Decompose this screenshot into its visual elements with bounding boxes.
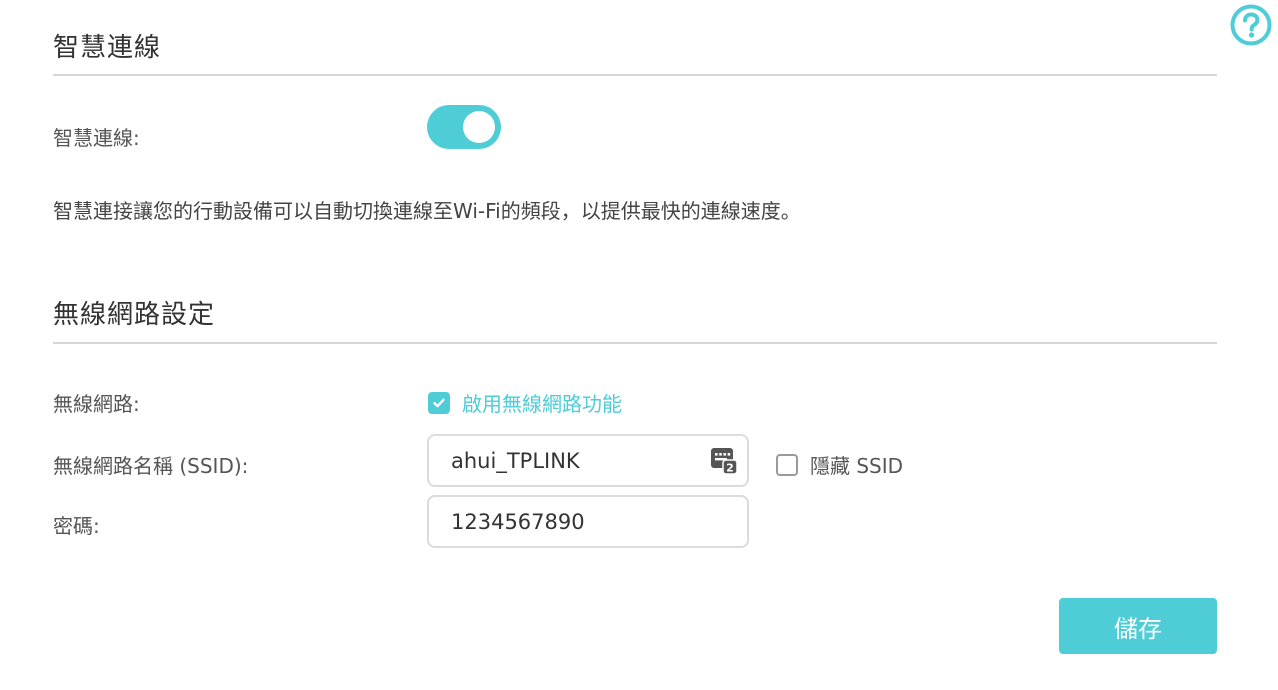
toggle-knob (463, 111, 495, 143)
wireless-settings-section-title: 無線網路設定 (53, 300, 216, 330)
hide-ssid-checkbox[interactable]: 隱藏 SSID (776, 450, 903, 479)
enable-wireless-checkbox[interactable]: 啟用無線網路功能 (428, 388, 622, 417)
wireless-network-label: 無線網路: (53, 392, 140, 416)
enable-wireless-checkbox-box[interactable] (428, 391, 450, 414)
smart-connect-description: 智慧連接讓您的行動設備可以自動切換連線至Wi-Fi的頻段，以提供最快的連線速度。 (53, 199, 801, 223)
hide-ssid-label[interactable]: 隱藏 SSID (810, 450, 903, 479)
checkmark-icon (433, 398, 445, 407)
smart-connect-toggle[interactable] (427, 105, 501, 149)
hide-ssid-checkbox-box[interactable] (776, 453, 798, 476)
smart-connect-section-title: 智慧連線 (53, 33, 162, 63)
enable-wireless-checkbox-label[interactable]: 啟用無線網路功能 (462, 388, 622, 417)
smart-connect-divider (53, 74, 1217, 76)
ssid-input[interactable] (451, 436, 711, 485)
ssid-keyboard-icon[interactable]: 2 (709, 446, 739, 476)
smart-connect-label: 智慧連線: (53, 126, 140, 150)
password-input-box[interactable] (427, 495, 749, 548)
save-button[interactable]: 儲存 (1059, 598, 1217, 654)
wireless-settings-divider (53, 342, 1217, 344)
help-icon[interactable] (1229, 3, 1273, 47)
svg-text:2: 2 (726, 462, 734, 475)
password-input[interactable] (451, 497, 711, 546)
ssid-label: 無線網路名稱 (SSID): (53, 454, 249, 478)
ssid-input-box[interactable]: 2 (427, 434, 749, 487)
password-label: 密碼: (53, 514, 100, 538)
